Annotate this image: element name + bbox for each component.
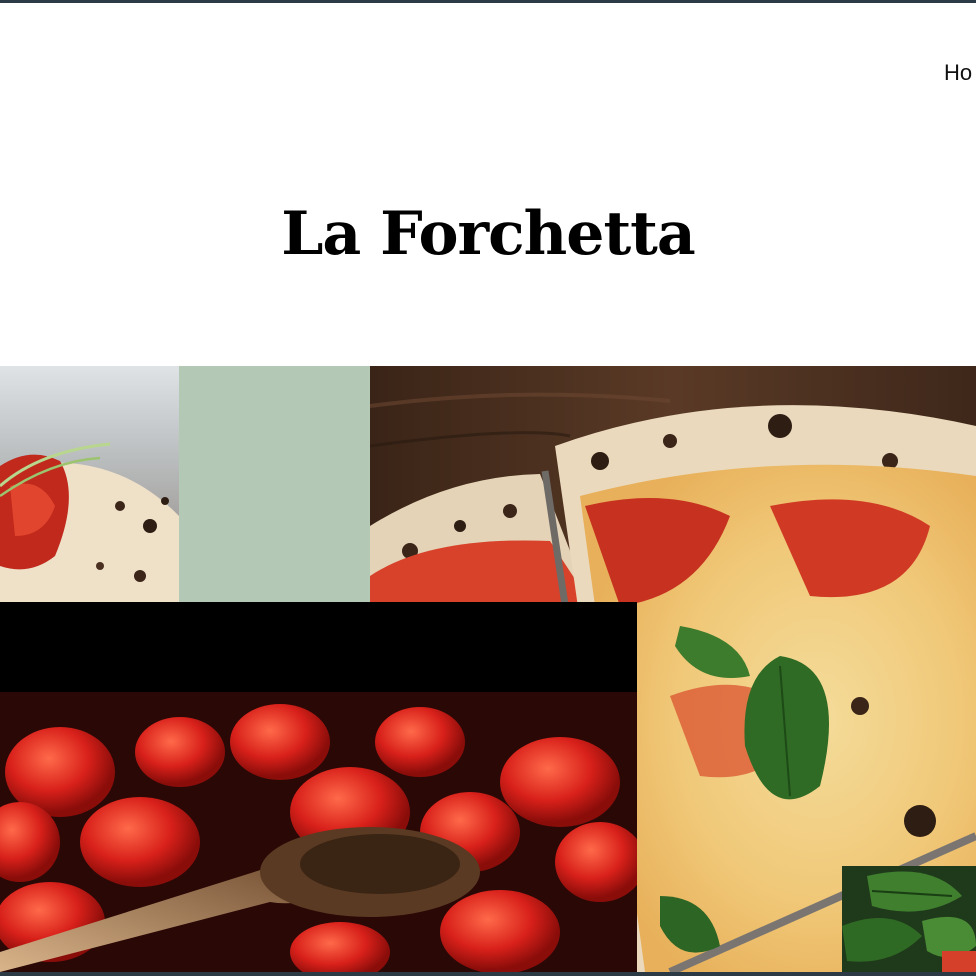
pizza-closeup-image xyxy=(0,366,179,602)
image-collage xyxy=(0,0,976,976)
bottom-border xyxy=(0,972,976,976)
sage-color-block xyxy=(179,366,370,602)
cherry-tomatoes-image xyxy=(0,602,637,972)
basil-leaves-image xyxy=(842,866,976,972)
